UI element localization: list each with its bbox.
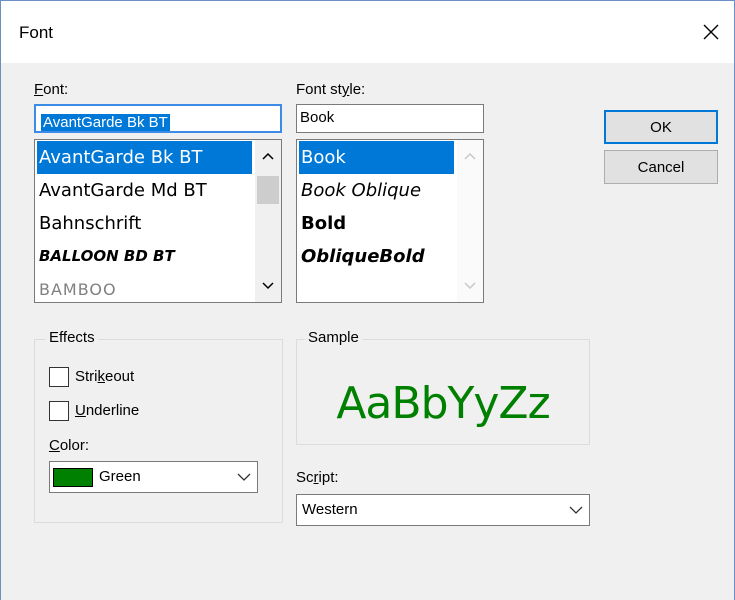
font-style-label: Font style: bbox=[296, 81, 366, 98]
chevron-up-icon bbox=[464, 152, 476, 160]
sample-title: Sample bbox=[305, 329, 362, 346]
strikeout-label[interactable]: Strikeout bbox=[75, 368, 134, 385]
font-style-list[interactable]: Book Book Oblique Bold ObliqueBold bbox=[296, 139, 484, 303]
font-list-item[interactable]: BAMBOO bbox=[37, 273, 252, 302]
color-value: Green bbox=[99, 468, 141, 485]
font-name-input[interactable]: AvantGarde Bk BT bbox=[34, 104, 282, 133]
script-select[interactable]: Western bbox=[296, 494, 590, 526]
chevron-down-icon bbox=[262, 282, 274, 290]
chevron-down-icon bbox=[464, 282, 476, 290]
color-select[interactable]: Green bbox=[49, 461, 258, 493]
chevron-up-icon bbox=[262, 152, 274, 160]
font-style-input[interactable]: Book bbox=[296, 104, 484, 133]
close-button[interactable] bbox=[688, 1, 734, 63]
color-label: Color: bbox=[49, 437, 90, 454]
scroll-down-button[interactable] bbox=[457, 273, 483, 299]
underline-checkbox[interactable] bbox=[49, 401, 69, 421]
effects-group bbox=[34, 339, 283, 523]
font-list[interactable]: AvantGarde Bk BT AvantGarde Md BT Bahnsc… bbox=[34, 139, 282, 303]
font-list-item[interactable]: AvantGarde Bk BT bbox=[37, 141, 252, 174]
font-list-item[interactable]: AvantGarde Md BT bbox=[37, 174, 252, 207]
font-style-list-item[interactable]: Book bbox=[299, 141, 454, 174]
scroll-down-button[interactable] bbox=[255, 273, 281, 299]
strikeout-checkbox[interactable] bbox=[49, 367, 69, 387]
cancel-button[interactable]: Cancel bbox=[604, 150, 718, 184]
scroll-thumb[interactable] bbox=[257, 176, 279, 204]
effects-title: Effects bbox=[46, 329, 98, 346]
sample-group: AaBbYyZz bbox=[296, 339, 590, 445]
scroll-up-button[interactable] bbox=[255, 143, 281, 169]
underline-label[interactable]: Underline bbox=[75, 402, 139, 419]
font-list-item[interactable]: Bahnschrift bbox=[37, 207, 252, 240]
font-style-list-scrollbar[interactable] bbox=[457, 140, 483, 302]
close-icon bbox=[703, 24, 719, 40]
scroll-up-button[interactable] bbox=[457, 143, 483, 169]
title-bar[interactable]: Font bbox=[1, 1, 734, 63]
color-swatch bbox=[53, 468, 93, 487]
font-style-list-item[interactable]: ObliqueBold bbox=[299, 240, 454, 273]
window-title: Font bbox=[19, 23, 54, 42]
font-style-list-item[interactable]: Book Oblique bbox=[299, 174, 454, 207]
font-list-item[interactable]: BALLOON BD BT bbox=[37, 240, 252, 273]
dropdown-arrow[interactable] bbox=[569, 495, 583, 525]
font-name-value: AvantGarde Bk BT bbox=[41, 114, 170, 131]
font-label: Font: bbox=[34, 81, 69, 98]
dropdown-arrow[interactable] bbox=[237, 462, 251, 492]
script-value: Western bbox=[302, 501, 358, 518]
sample-preview-text: AaBbYyZz bbox=[336, 378, 550, 429]
chevron-down-icon bbox=[569, 506, 583, 514]
font-list-scrollbar[interactable] bbox=[255, 140, 281, 302]
script-label: Script: bbox=[296, 469, 339, 486]
font-style-list-item[interactable]: Bold bbox=[299, 207, 454, 240]
ok-button[interactable]: OK bbox=[604, 110, 718, 144]
font-style-value: Book bbox=[300, 109, 335, 126]
chevron-down-icon bbox=[237, 473, 251, 481]
font-dialog: Font Font: AvantGarde Bk BT AvantGarde B… bbox=[0, 0, 735, 600]
